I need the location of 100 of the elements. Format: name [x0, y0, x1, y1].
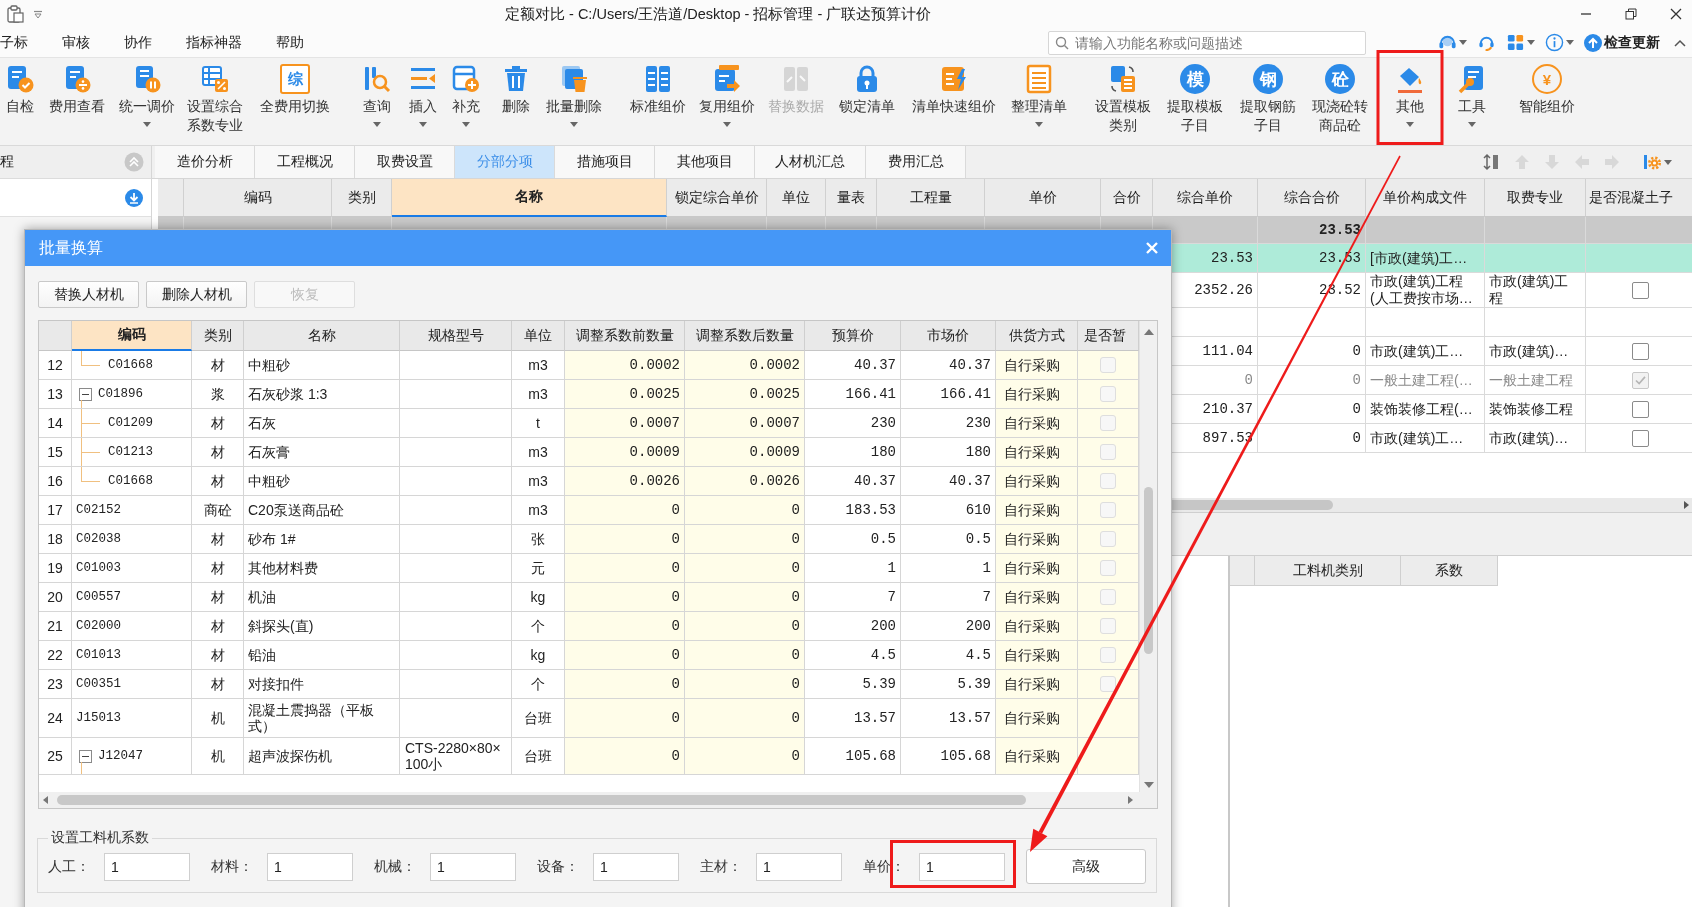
caret-icon[interactable]: [1035, 122, 1043, 127]
column-header[interactable]: 是否暂: [1078, 321, 1139, 351]
scroll-right-icon[interactable]: [1128, 796, 1133, 804]
check-update-button[interactable]: 检查更新: [1584, 33, 1660, 52]
table-cell: 0: [685, 496, 805, 525]
search-field[interactable]: 请输入功能名称或问题描述: [1048, 30, 1366, 55]
caret-icon[interactable]: [570, 122, 578, 127]
column-header[interactable]: 名称: [244, 321, 400, 351]
ribbon-button[interactable]: 统一调价: [114, 58, 180, 145]
tab[interactable]: 措施项目: [555, 146, 655, 178]
ribbon-button[interactable]: 插入: [403, 58, 443, 145]
horizontal-scrollbar[interactable]: [39, 792, 1157, 808]
scroll-up-icon[interactable]: [1144, 329, 1154, 335]
tab[interactable]: 造价分析: [155, 146, 255, 178]
checkbox[interactable]: [1632, 400, 1649, 418]
tab[interactable]: 费用汇总: [866, 146, 966, 178]
collapse-icon[interactable]: [79, 749, 92, 763]
caret-icon[interactable]: [1527, 40, 1535, 45]
row-number: 13: [39, 380, 72, 409]
column-header[interactable]: 规格型号: [400, 321, 512, 351]
column-header[interactable]: 名称: [392, 179, 667, 217]
chevron-up-icon[interactable]: [1674, 38, 1686, 47]
ribbon-button[interactable]: 复用组价: [694, 58, 760, 145]
column-header[interactable]: 调整系数前数量: [565, 321, 685, 351]
advanced-button[interactable]: 高级: [1026, 849, 1146, 884]
settings-icon[interactable]: [1643, 153, 1661, 171]
menu-item[interactable]: 帮助: [276, 33, 304, 52]
scroll-right-icon[interactable]: [1684, 501, 1689, 509]
ribbon-button[interactable]: 删除: [496, 58, 536, 145]
ribbon-button[interactable]: 自检: [0, 58, 40, 145]
scroll-down-icon[interactable]: [1144, 782, 1154, 788]
caret-icon[interactable]: [419, 122, 427, 127]
menu-item[interactable]: 审核: [62, 33, 90, 52]
ribbon-button[interactable]: 砼 现浇砼转 商品砼: [1307, 58, 1373, 145]
column-header[interactable]: 预算价: [805, 321, 901, 351]
ribbon-button[interactable]: 钢 提取钢筋 子目: [1235, 58, 1301, 145]
column-header[interactable]: 类别: [192, 321, 244, 351]
toolbar-button[interactable]: 替换人材机: [38, 281, 139, 308]
ribbon-button[interactable]: 整理清单: [1006, 58, 1072, 145]
clipboard-icon[interactable]: [6, 5, 24, 23]
input-field[interactable]: 1: [919, 852, 1005, 881]
input-field[interactable]: 1: [267, 852, 353, 881]
ribbon-button[interactable]: 标准组价: [625, 58, 691, 145]
info-icon[interactable]: [1545, 33, 1564, 52]
vertical-scrollbar[interactable]: [1139, 321, 1157, 792]
input-field[interactable]: 1: [104, 852, 190, 881]
checkbox[interactable]: [1632, 342, 1649, 360]
caret-icon[interactable]: [373, 122, 381, 127]
scrollbar-thumb[interactable]: [1144, 487, 1153, 654]
restore-icon[interactable]: [1625, 8, 1637, 20]
checkbox[interactable]: [1632, 429, 1649, 447]
caret-icon[interactable]: [1406, 122, 1414, 127]
sort-icon[interactable]: [1483, 153, 1501, 171]
caret-icon[interactable]: [1664, 159, 1672, 165]
apps-grid-icon[interactable]: [1506, 33, 1525, 52]
input-field[interactable]: 1: [593, 852, 679, 881]
menu-item[interactable]: 协作: [124, 33, 152, 52]
input-field[interactable]: 1: [430, 852, 516, 881]
column-header[interactable]: 市场价: [901, 321, 996, 351]
ribbon-button[interactable]: 工具: [1452, 58, 1492, 145]
ribbon-button[interactable]: 清单快速组价: [907, 58, 1001, 145]
close-icon[interactable]: [1670, 8, 1682, 20]
collapse-icon[interactable]: [79, 387, 92, 401]
checkbox[interactable]: [1632, 281, 1649, 299]
ribbon-button[interactable]: 费用查看: [44, 58, 110, 145]
download-icon[interactable]: [125, 188, 143, 207]
menu-item[interactable]: 指标神器: [186, 33, 242, 52]
column-header[interactable]: 供货方式: [996, 321, 1078, 351]
toolbar-button[interactable]: 删除人材机: [146, 281, 247, 308]
caret-icon[interactable]: [1459, 40, 1467, 45]
column-header[interactable]: 单位: [512, 321, 565, 351]
ribbon-button[interactable]: 锁定清单: [834, 58, 900, 145]
ribbon-button[interactable]: 设置综合 系数专业: [182, 58, 248, 145]
tab[interactable]: 人材机汇总: [755, 146, 866, 178]
ribbon-button[interactable]: ¥ 智能组价: [1514, 58, 1580, 145]
column-header[interactable]: 系数: [1401, 556, 1498, 586]
ribbon-button[interactable]: 批量删除: [541, 58, 607, 145]
tab[interactable]: 取费设置: [355, 146, 455, 178]
caret-icon[interactable]: [723, 122, 731, 127]
caret-icon[interactable]: [1566, 40, 1574, 45]
column-header[interactable]: 调整系数后数量: [685, 321, 805, 351]
caret-icon[interactable]: [462, 122, 470, 127]
ribbon-button[interactable]: 模 提取模板 子目: [1162, 58, 1228, 145]
column-header[interactable]: 编码: [72, 321, 192, 351]
caret-icon[interactable]: [1468, 122, 1476, 127]
ribbon-button[interactable]: 补充: [446, 58, 486, 145]
scrollbar-thumb[interactable]: [57, 795, 1026, 805]
ribbon-button[interactable]: 综 全费用切换: [255, 58, 335, 145]
input-field[interactable]: 1: [756, 852, 842, 881]
ribbon-button[interactable]: 其他: [1390, 58, 1430, 145]
tab[interactable]: 工程概况: [255, 146, 355, 178]
tab[interactable]: 其他项目: [655, 146, 755, 178]
ribbon-button[interactable]: 设置模板 类别: [1090, 58, 1156, 145]
dropdown-icon[interactable]: [33, 9, 43, 19]
table-cell: 商砼: [192, 496, 244, 525]
menu-item[interactable]: 子标: [0, 33, 28, 52]
scroll-left-icon[interactable]: [43, 796, 48, 804]
ribbon-button[interactable]: 查询: [357, 58, 397, 145]
caret-icon[interactable]: [143, 122, 151, 127]
column-header[interactable]: 工料机类别: [1255, 556, 1401, 586]
